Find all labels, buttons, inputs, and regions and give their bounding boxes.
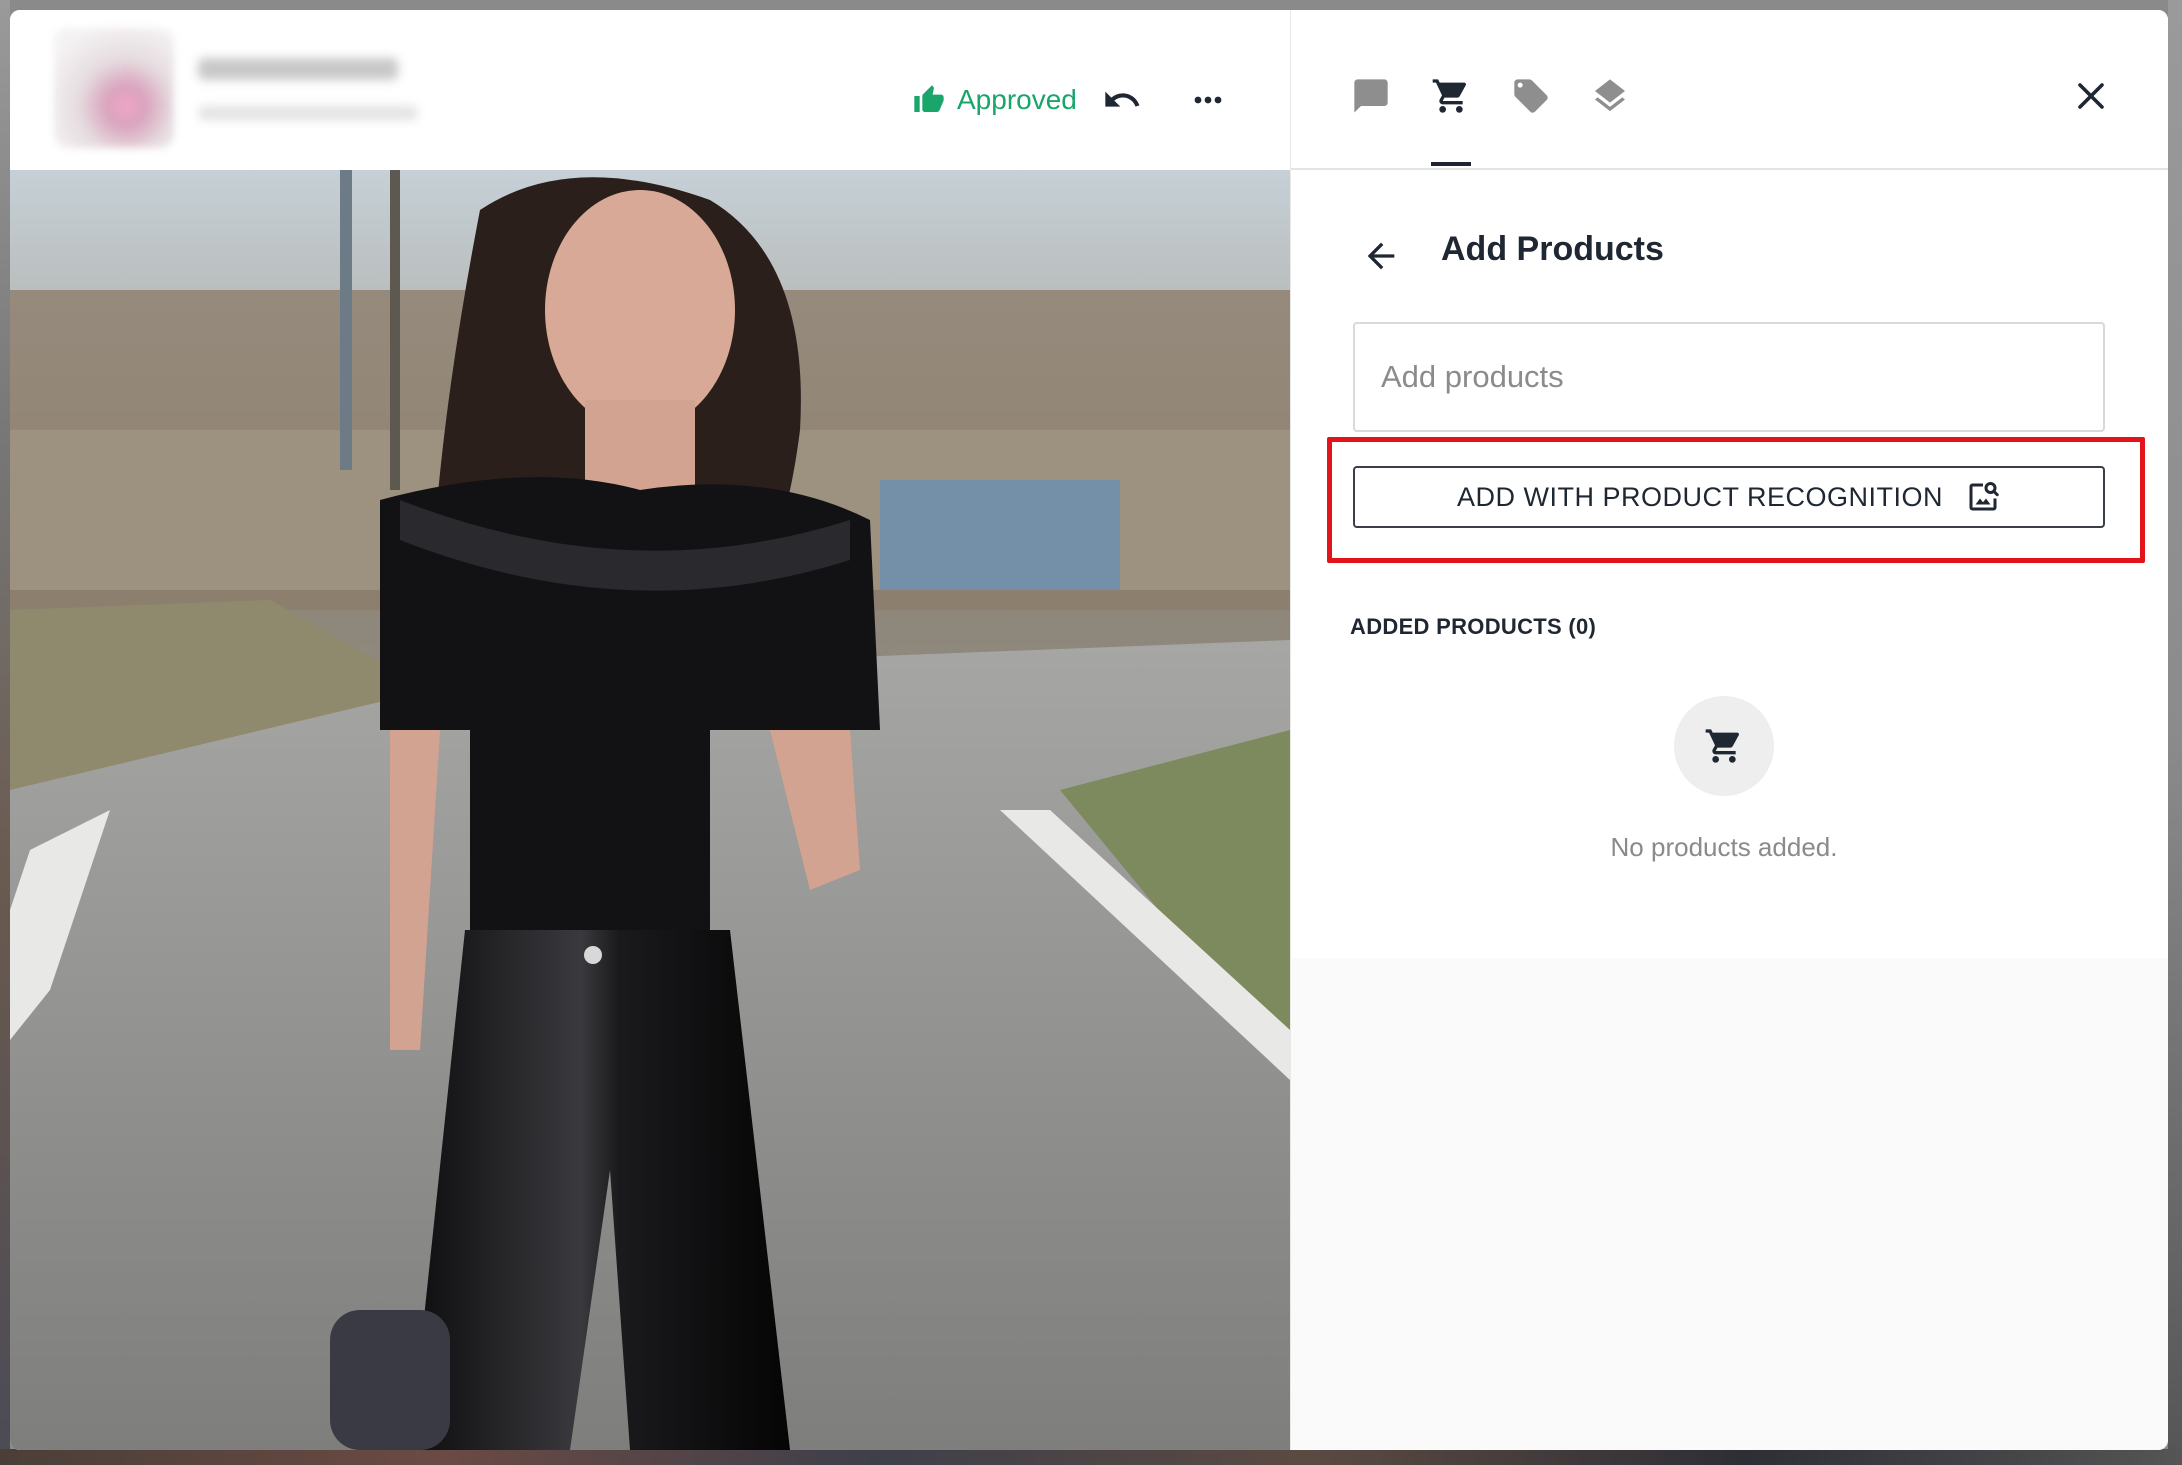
tab-tags[interactable]	[1511, 76, 1551, 116]
post-detail-modal: Approved Add Products Add products ADD W…	[10, 10, 2168, 1450]
post-header: Approved	[10, 10, 1290, 170]
more-options-button[interactable]	[1188, 80, 1228, 120]
avatar[interactable]	[54, 28, 174, 148]
add-products-input[interactable]	[1353, 322, 2105, 432]
close-button[interactable]	[2071, 76, 2111, 116]
tab-products[interactable]	[1431, 76, 1471, 116]
arrow-left-icon	[1367, 242, 1395, 270]
image-search-icon	[1969, 482, 1999, 511]
backdrop-right-edge	[2168, 0, 2182, 1465]
empty-state-text: No products added.	[1610, 832, 1838, 862]
blurred-username	[198, 58, 398, 80]
post-preview-pane: Approved	[10, 10, 1290, 1450]
post-photo-illustration	[10, 170, 1290, 1450]
layers-icon	[1595, 79, 1625, 112]
add-with-product-recognition-button[interactable]: ADD WITH PRODUCT RECOGNITION	[1353, 466, 2105, 528]
side-panel: Add Products ADD WITH PRODUCT RECOGNITIO…	[1290, 10, 2168, 1450]
post-photo	[10, 170, 1290, 1450]
panel-title: Add Products	[1441, 230, 1664, 268]
thumbs-up-icon	[914, 85, 944, 112]
empty-state-badge	[1674, 696, 1774, 796]
approved-status-button[interactable]: Approved	[913, 82, 1077, 118]
tab-layers[interactable]	[1590, 76, 1630, 116]
undo-icon	[1105, 91, 1140, 107]
panel-tab-bar	[1291, 10, 2168, 170]
tag-icon	[1514, 79, 1548, 113]
recognition-button-label: ADD WITH PRODUCT RECOGNITION	[1457, 481, 1943, 512]
added-products-heading: ADDED PRODUCTS (0)	[1350, 614, 1597, 639]
tab-comments[interactable]	[1351, 76, 1391, 116]
blurred-subtitle	[198, 106, 418, 120]
backdrop-bottom-edge	[0, 1449, 2182, 1465]
chat-icon	[1354, 79, 1388, 113]
cart-icon	[1705, 729, 1740, 763]
backdrop-left-edge	[0, 0, 10, 1465]
close-icon	[2078, 83, 2104, 109]
more-icon	[1194, 96, 1222, 104]
side-panel-content: Add Products ADD WITH PRODUCT RECOGNITIO…	[1291, 10, 2168, 958]
active-tab-indicator	[1431, 162, 1471, 166]
approved-label: Approved	[957, 84, 1077, 115]
undo-button[interactable]	[1102, 80, 1142, 120]
back-button[interactable]	[1361, 236, 1401, 276]
cart-icon	[1432, 79, 1467, 113]
